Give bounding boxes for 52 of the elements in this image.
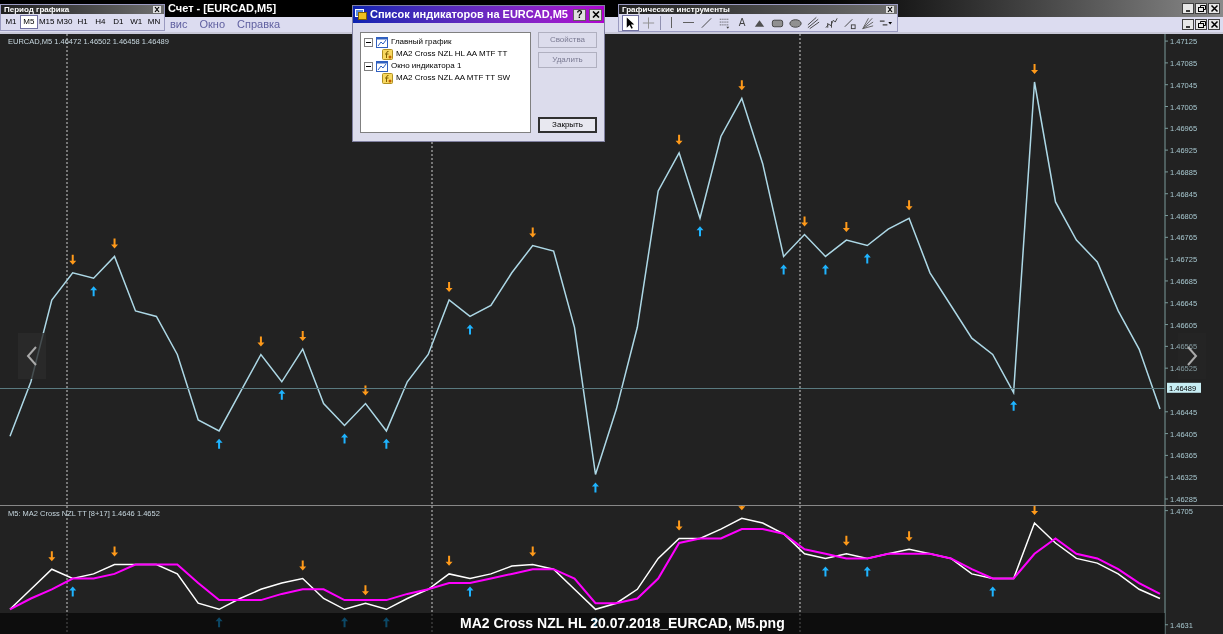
period-button[interactable]: M5 — [19, 15, 38, 29]
chart-window-icon — [376, 36, 388, 48]
collapse-icon[interactable] — [364, 37, 373, 47]
close-icon[interactable] — [886, 6, 894, 13]
pitchfork-icon — [806, 14, 821, 31]
window-icon — [355, 9, 367, 20]
restore-icon — [1196, 4, 1206, 13]
close-icon — [1209, 4, 1219, 13]
tree-item[interactable]: Окно индикатора 1 — [391, 60, 462, 72]
period-button[interactable]: W1 — [127, 15, 146, 29]
tree-item[interactable]: MA2 Cross NZL HL AA MTF TT — [396, 48, 508, 60]
close-button[interactable] — [589, 8, 602, 21]
period-button[interactable]: D1 — [109, 15, 128, 29]
menu-item[interactable]: Окно — [199, 16, 226, 33]
close-icon — [1209, 20, 1219, 29]
menu-item[interactable]: Справка — [237, 16, 281, 33]
chart-window-icon — [376, 60, 388, 72]
restore-icon — [1196, 20, 1206, 29]
restore-button[interactable] — [1195, 3, 1207, 14]
menu-item[interactable]: вис — [170, 16, 188, 33]
period-button[interactable]: M1 — [2, 15, 20, 29]
restore-button[interactable] — [1195, 19, 1207, 30]
toolbar-title: Графические инструменты — [622, 5, 730, 14]
minimize-button[interactable] — [1182, 19, 1194, 30]
minimize-button[interactable] — [1182, 3, 1194, 14]
tree-item[interactable]: MA2 Cross NZL AA MTF TT SW — [396, 72, 511, 84]
chevron-left-icon — [26, 346, 38, 366]
horizontal-line-icon — [683, 21, 695, 24]
close-button[interactable] — [1208, 3, 1220, 14]
crosshair-icon — [641, 14, 656, 31]
close-icon — [591, 11, 600, 18]
tool-button[interactable]: A — [733, 14, 750, 31]
period-button[interactable]: M15 — [37, 15, 56, 29]
collapse-icon[interactable] — [364, 61, 373, 71]
window-title: Счет - [EURCAD,M5] — [168, 1, 277, 17]
close-icon[interactable] — [153, 6, 161, 13]
tree-item[interactable]: Главный график — [391, 36, 452, 48]
period-button[interactable]: M30 — [55, 15, 74, 29]
indicator-icon — [382, 48, 393, 60]
indicator-icon — [382, 72, 393, 84]
dialog-title: Список индикаторов на EURCAD,M5 — [370, 7, 569, 23]
close-button[interactable] — [1208, 19, 1220, 30]
dialog-button[interactable]: Закрыть — [538, 117, 597, 133]
vertical-line-icon — [670, 17, 674, 28]
toolbar-title: Период графика — [4, 5, 70, 14]
period-button[interactable]: MN — [145, 15, 163, 29]
tool-button[interactable] — [622, 14, 639, 31]
file-name: MA2 Cross NZL HL 20.07.2018_EURCAD, M5.png — [460, 614, 785, 633]
period-button[interactable]: H1 — [73, 15, 92, 29]
period-button[interactable]: H4 — [91, 15, 110, 29]
help-button[interactable]: ? — [573, 8, 586, 21]
previous-button[interactable] — [18, 333, 46, 379]
